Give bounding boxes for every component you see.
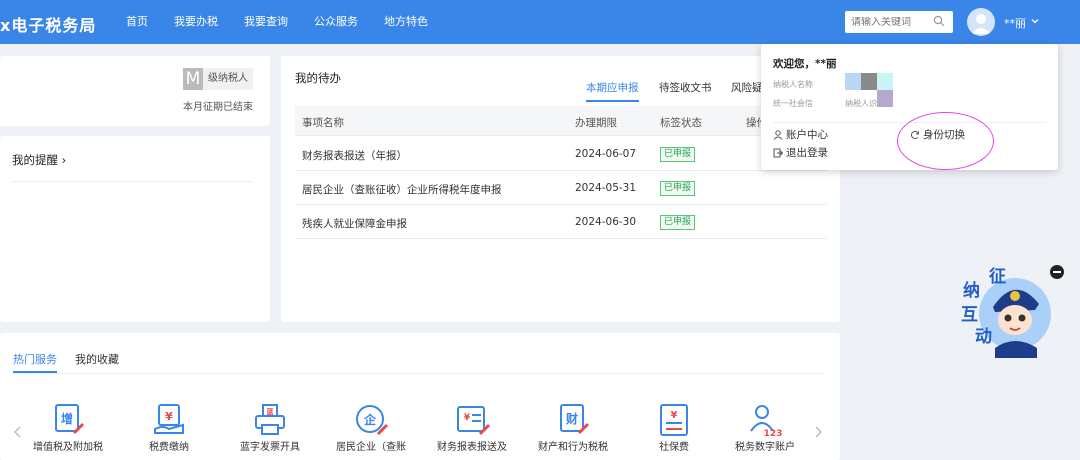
search-box [845,11,953,33]
site-brand[interactable]: x电子税务局 [0,12,96,36]
status-badge: 已申报 [660,215,696,230]
taxpayer-name-label: 纳税人名称 [773,80,813,89]
account-center-link[interactable]: 账户中心 [773,127,828,142]
service-item[interactable]: ¥ 社保费 [629,403,719,460]
reminders-title[interactable]: 我的提醒 › [12,152,66,168]
top-header: x电子税务局 首页 我要办税 我要查询 公众服务 地方特色 **丽 [0,0,1080,44]
service-label: 财务报表报送及 [437,442,507,453]
main-nav: 首页 我要办税 我要查询 公众服务 地方特色 [126,0,454,44]
task-name: 财务报表报送（年报） [302,150,407,162]
service-item[interactable]: 123 税务数字账户 [720,403,810,460]
tab-current-period[interactable]: 本期应申报 [586,80,639,102]
table-row[interactable]: 残疾人就业保障金申报 2024-06-30 已申报 [295,205,827,239]
service-label: 蓝字发票开具 [240,442,300,453]
todo-card: 我的待办 本期应申报 待签收文书 风险疑 事项名称 办理期限 标签状态 操作 财… [281,56,840,322]
logout-icon [773,148,783,157]
reminders-card: 我的提醒 › [0,136,270,322]
divider [13,373,825,374]
table-row[interactable]: 居民企业（查账征收）企业所得税年度申报 2024-05-31 已申报 [295,171,827,205]
search-icon[interactable] [933,15,945,27]
mascot-char: 互 [961,305,978,325]
mascot-char: 动 [975,327,992,347]
column-header: 办理期限 [575,117,617,129]
user-icon [773,129,783,140]
vat-icon: 增 [55,404,85,435]
enterprise-icon: 企 [356,405,389,436]
tab-favorites[interactable]: 我的收藏 [75,351,119,373]
todo-title: 我的待办 [295,71,341,85]
svg-text:¥: ¥ [671,410,678,421]
chevron-right-icon[interactable] [812,425,824,439]
tab-hot-services[interactable]: 热门服务 [13,351,57,373]
taxpayer-grade: 级纳税人 [203,68,253,90]
highlight-annotation [897,112,994,170]
svg-text:蓝: 蓝 [267,407,274,416]
task-deadline: 2024-05-31 [575,182,637,194]
service-item[interactable]: 企 居民企业（查账 [326,403,416,460]
column-header: 事项名称 [302,117,344,129]
mascot-char: 纳 [963,280,980,301]
svg-text:增: 增 [61,411,73,426]
task-deadline: 2024-06-07 [575,148,637,160]
table-row[interactable]: 财务报表报送（年报） 2024-06-07 已申报 [295,137,827,171]
logout-label: 退出登录 [786,147,828,159]
svg-text:企: 企 [363,412,377,427]
svg-text:财: 财 [565,411,578,426]
mascot-close-button[interactable] [1050,265,1064,279]
user-name[interactable]: **丽 [1004,15,1026,31]
task-name: 居民企业（查账征收）企业所得税年度申报 [302,184,502,196]
service-label: 税费缴纳 [149,442,189,453]
nav-home[interactable]: 首页 [126,0,148,44]
mascot-char: 征 [989,266,1006,287]
divider [12,181,252,182]
column-header: 标签状态 [660,117,702,129]
service-label: 社保费 [659,442,689,453]
period-status: 本月征期已结束 [183,102,253,113]
credit-grade-badge: M [183,68,203,90]
task-deadline: 2024-06-30 [575,216,637,228]
svg-text:¥: ¥ [464,413,471,423]
tax-payment-icon: ¥ [154,404,184,434]
status-badge: 已申报 [660,181,696,196]
search-input[interactable] [851,16,935,28]
tab-pending-documents[interactable]: 待签收文书 [659,80,712,102]
invoice-printer-icon: 蓝 [255,404,285,435]
nav-local-features[interactable]: 地方特色 [384,0,428,44]
taxpayer-profile-card: M 级纳税人 本月征期已结束 [0,56,270,126]
account-center-label: 账户中心 [786,129,828,141]
credit-code-label: 统一社会信 [773,99,813,108]
service-label: 税务数字账户 [735,442,795,453]
svg-text:123: 123 [764,429,783,437]
status-badge: 已申报 [660,147,696,162]
nav-public-service[interactable]: 公众服务 [314,0,358,44]
logout-link[interactable]: 退出登录 [773,145,828,160]
svg-text:¥: ¥ [165,410,173,423]
task-name: 残疾人就业保障金申报 [302,218,407,230]
service-item[interactable]: 增 增值税及附加税 [23,403,113,460]
service-item[interactable]: 蓝 蓝字发票开具 [225,403,315,460]
service-label: 财产和行为税税 [538,442,608,453]
tab-risk[interactable]: 风险疑 [731,80,763,102]
todo-table-header: 事项名称 办理期限 标签状态 操作 [295,106,827,136]
welcome-text: 欢迎您，**丽 [773,58,837,70]
property-tax-icon: 财 [560,404,590,435]
service-item[interactable]: ¥ 财务报表报送及 [427,403,517,460]
chevron-down-icon[interactable] [1030,16,1040,26]
service-label: 增值税及附加税 [33,442,103,453]
digital-account-icon: 123 [750,405,783,437]
service-item[interactable]: 财 财产和行为税税 [528,403,618,460]
nav-query[interactable]: 我要查询 [244,0,288,44]
financial-report-icon: ¥ [457,406,490,436]
social-insurance-icon: ¥ [660,404,688,436]
service-label: 居民企业（查账 [336,442,406,453]
redacted-info-mosaic [845,73,893,107]
user-avatar[interactable] [967,8,995,36]
service-item[interactable]: ¥ 税费缴纳 [124,403,214,460]
tax-mascot-widget[interactable]: 征 纳 互 动 [955,262,1055,362]
nav-handle-tax[interactable]: 我要办税 [174,0,218,44]
services-card: 热门服务 我的收藏 增 增值税及附加税 ¥ 税费缴纳 蓝 蓝字发票开具 企 居民… [0,333,840,460]
